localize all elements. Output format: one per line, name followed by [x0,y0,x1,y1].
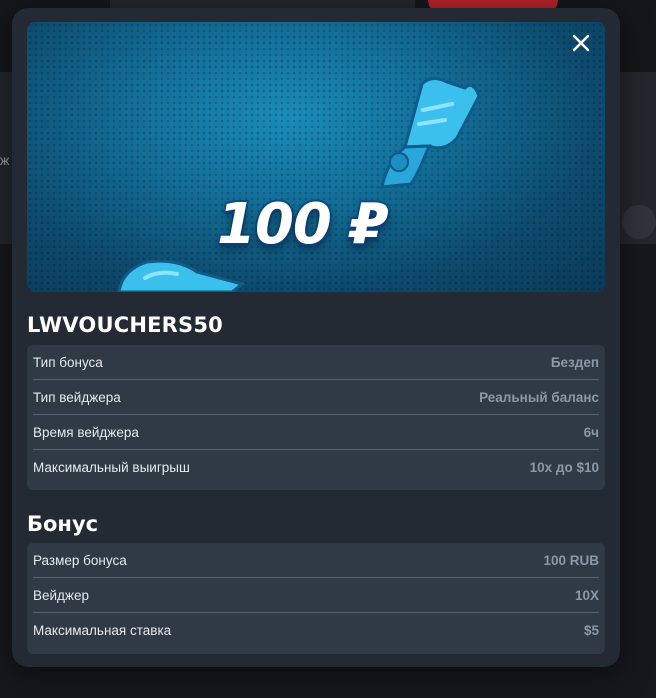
row-label: Максимальный выигрыш [33,460,190,475]
banknote-top-icon [380,77,481,189]
row-label: Максимальная ставка [33,623,172,638]
close-button[interactable] [568,30,594,56]
table-row: Вейджер 10X [33,578,599,613]
table-row: Максимальная ставка $5 [33,613,599,648]
row-label: Размер бонуса [33,552,127,568]
bonus-details-table: Размер бонуса 100 RUB Вейджер 10X Максим… [27,543,605,654]
table-row: Максимальный выигрыш 10х до $10 [33,450,599,485]
row-label: Тип вейджера [33,389,121,405]
row-value: $5 [583,623,599,638]
background-partial-text: ж [0,152,10,168]
bonus-banner: 100 ₽ [27,22,605,292]
row-value: 6ч [583,424,599,440]
close-icon[interactable] [568,30,594,56]
table-row: Тип бонуса Бездеп [33,345,599,380]
table-row: Тип вейджера Реальный баланс [33,380,599,415]
row-label: Тип бонуса [33,354,103,370]
banknote-bottom-icon [117,259,246,292]
row-value: Бездеп [550,354,599,370]
table-row: Размер бонуса 100 RUB [33,543,599,578]
banner-amount: 100 ₽ [215,190,390,259]
bonus-modal: 100 ₽ LWVOUCHERS50 Тип бонуса Бездеп Тип… [12,8,620,667]
row-value: Реальный баланс [479,389,599,405]
row-value: 10X [574,587,599,603]
promo-code-title: LWVOUCHERS50 [27,313,223,337]
row-label: Время вейджера [33,424,139,440]
promo-details-table: Тип бонуса Бездеп Тип вейджера Реальный … [27,345,605,490]
table-row: Время вейджера 6ч [33,415,599,450]
bonus-section-title: Бонус [27,512,99,536]
row-value: 100 RUB [543,552,599,568]
row-value: 10х до $10 [529,460,599,475]
background-icon [622,205,656,239]
row-label: Вейджер [33,587,89,603]
